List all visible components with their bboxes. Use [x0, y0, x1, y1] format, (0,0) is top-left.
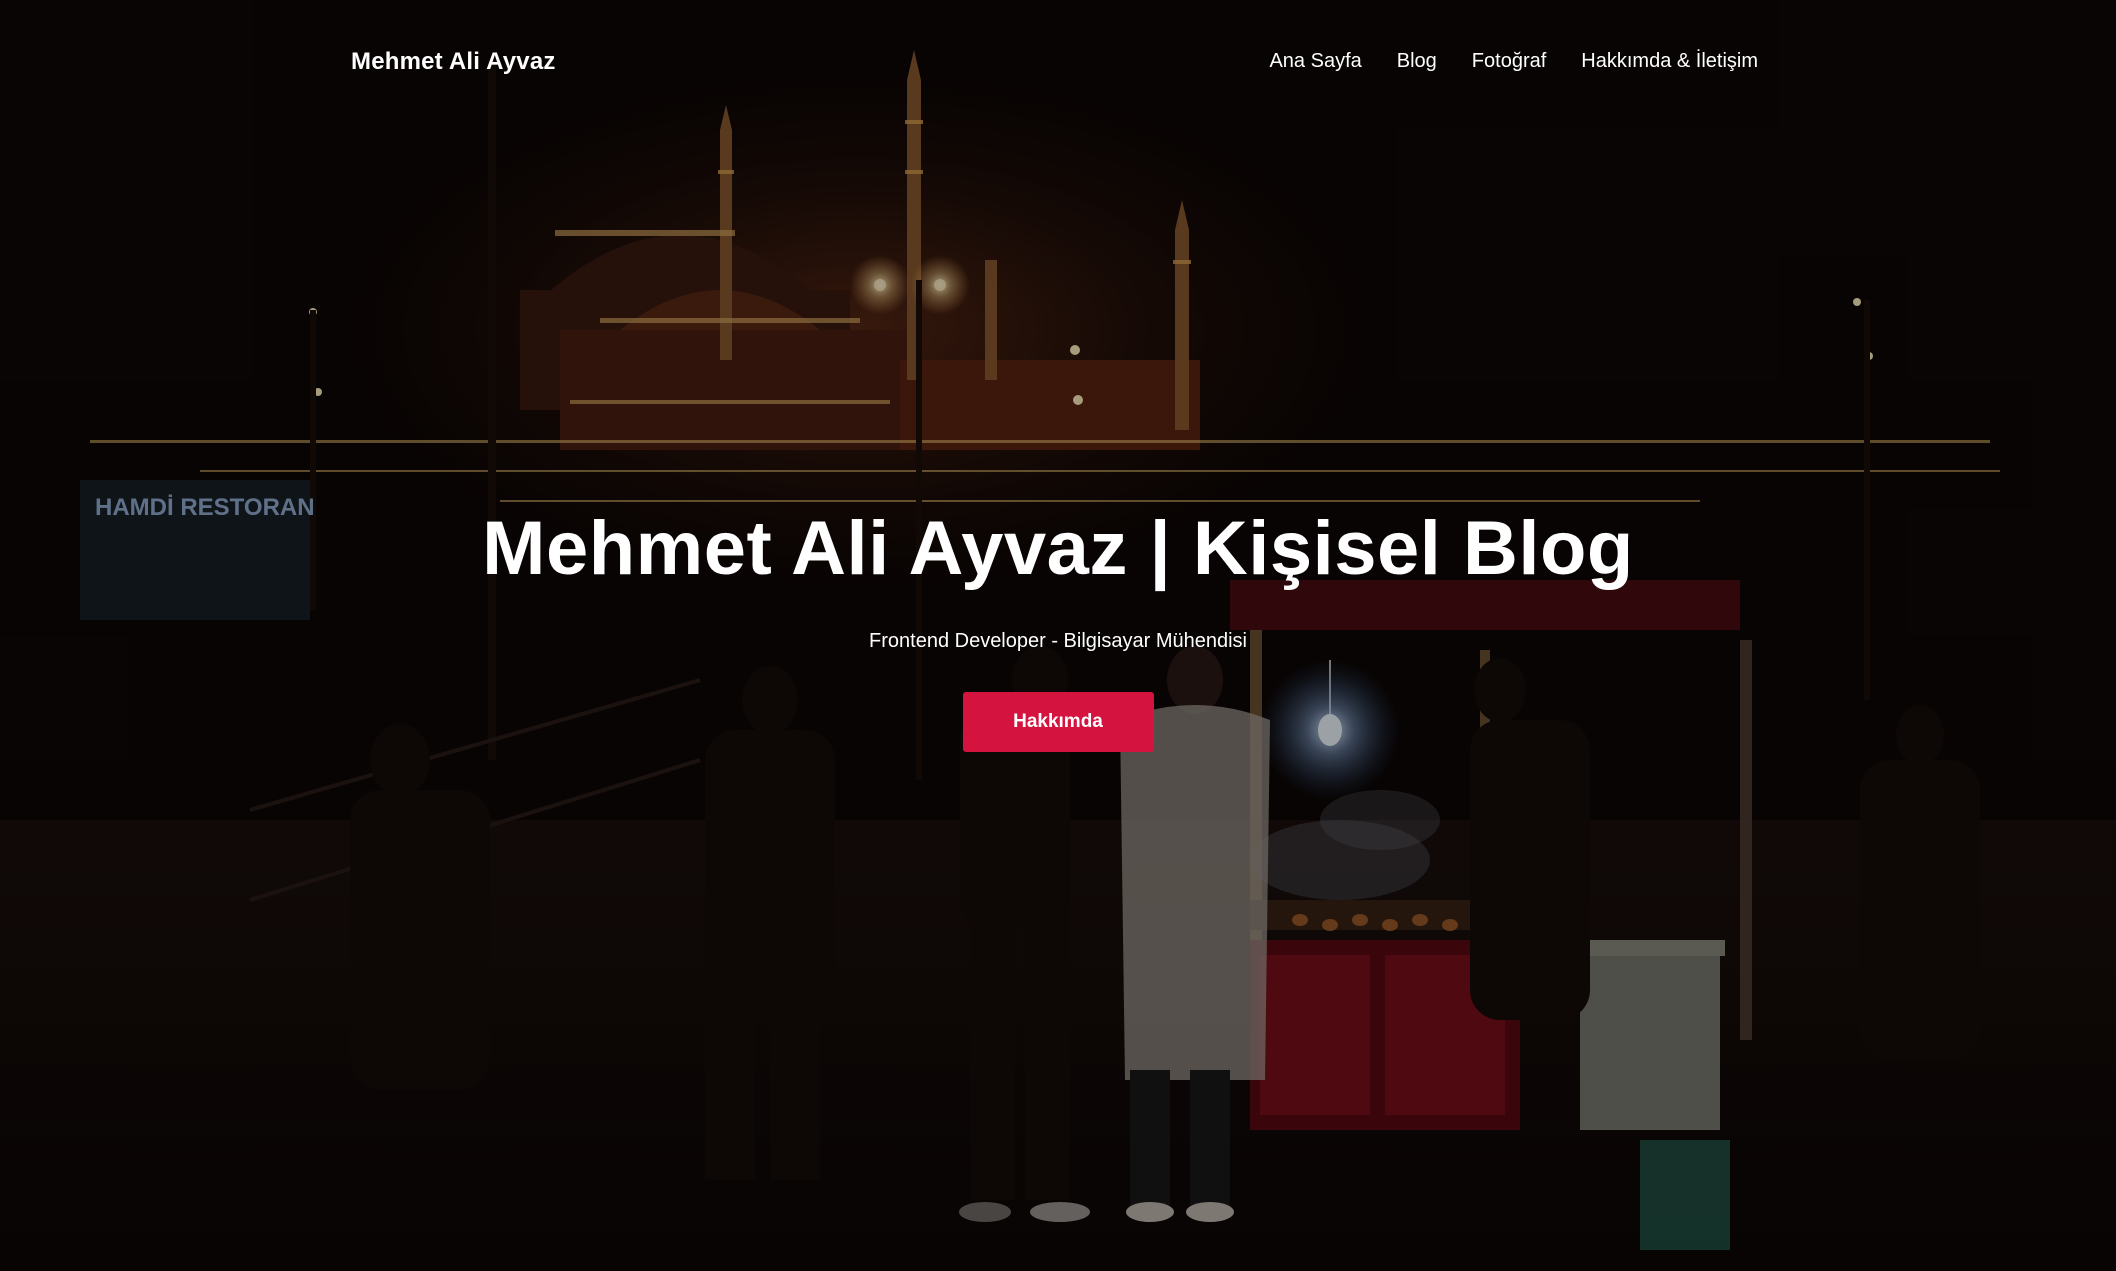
hero-content: Mehmet Ali Ayvaz | Kişisel Blog Frontend… [0, 505, 2116, 752]
brand-logo-link[interactable]: Mehmet Ali Ayvaz [351, 48, 556, 76]
nav-link-blog[interactable]: Blog [1397, 50, 1437, 73]
hero-subtitle: Frontend Developer - Bilgisayar Mühendis… [869, 630, 1247, 652]
nav-links: Ana Sayfa Blog Fotoğraf Hakkımda & İleti… [1269, 50, 1758, 73]
nav-link-ana-sayfa[interactable]: Ana Sayfa [1269, 50, 1361, 73]
hero-title: Mehmet Ali Ayvaz | Kişisel Blog [482, 506, 1634, 591]
nav-link-fotograf[interactable]: Fotoğraf [1472, 50, 1546, 73]
top-navbar: Mehmet Ali Ayvaz Ana Sayfa Blog Fotoğraf… [0, 0, 2116, 130]
hero-section: HAMDİ RESTORAN Mehmet Ali Ayvaz Ana Sayf… [0, 0, 2116, 1271]
about-button[interactable]: Hakkımda [962, 692, 1154, 752]
nav-link-hakkimda-iletisim[interactable]: Hakkımda & İletişim [1581, 50, 1758, 73]
